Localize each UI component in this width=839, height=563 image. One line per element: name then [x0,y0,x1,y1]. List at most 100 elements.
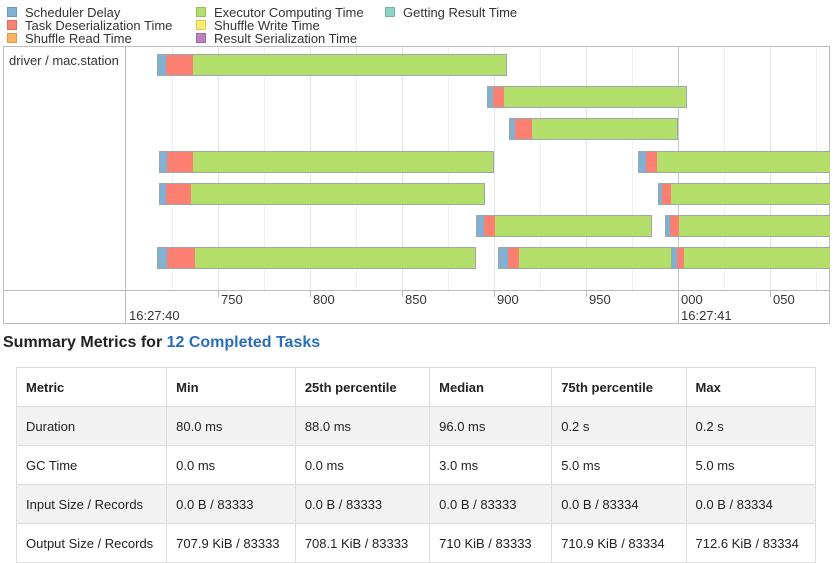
task-bar[interactable] [508,118,678,141]
executor-computing-segment [531,119,677,140]
shuffle-read-swatch-icon [7,33,17,43]
axis-tick-label: 850 [405,292,427,307]
executor-computing-segment [193,55,506,75]
task-bar[interactable] [657,182,830,205]
task-bar[interactable] [157,247,476,270]
deserialization-segment [662,183,672,204]
gridline [494,47,495,290]
executor-computing-swatch-icon [196,7,206,17]
axis-tick [218,291,219,297]
metric-value-cell: 5.0 ms [685,445,817,485]
axis-tick [678,291,679,324]
metric-value-cell: 0.0 B / 83333 [294,484,431,524]
deserialization-segment [167,151,194,172]
metric-name-cell: Output Size / Records [15,523,168,563]
task-timeline[interactable]: driver / mac.station 750 800 850 900 950 000 0… [3,46,830,324]
scheduler-delay-segment [160,151,168,172]
column-header[interactable]: 25th percentile [294,367,431,407]
axis-tick-label: 050 [773,292,795,307]
deserialization-segment [677,248,685,269]
summary-title-text: Summary Metrics for [3,334,167,351]
axis-tick [402,291,403,297]
deserialization-segment [645,151,657,172]
metric-value-cell: 0.0 ms [294,445,431,485]
axis-tick-label: 800 [313,292,335,307]
metric-value-cell: 710 KiB / 83333 [429,523,553,563]
metric-value-cell: 0.0 B / 83334 [685,484,817,524]
task-deserialization-swatch-icon [7,20,17,30]
task-bar[interactable] [497,247,673,270]
metric-value-cell: 707.9 KiB / 83333 [166,523,296,563]
time-axis: 750800850900950000050116:27:4016:27:41 [4,290,829,324]
task-bar[interactable] [159,150,494,173]
deserialization-segment [493,87,504,108]
deserialization-segment [515,119,532,140]
legend-label: Getting Result Time [403,4,518,20]
axis-major-label: 16:27:40 [129,308,180,323]
timeline-legend: Scheduler Delay Task Deserialization Tim… [0,0,839,46]
executor-group-label: driver / mac.station [9,53,119,68]
executor-computing-segment [194,248,475,269]
executor-computing-segment [671,183,830,204]
scheduler-delay-segment [476,216,484,236]
metric-name-cell: GC Time [15,445,168,485]
metric-value-cell: 710.9 KiB / 83334 [551,523,687,563]
metric-value-cell: 96.0 ms [429,406,553,446]
metric-value-cell: 88.0 ms [294,406,431,446]
metric-value-cell: 5.0 ms [551,445,687,485]
table-row: GC Time 0.0 ms 0.0 ms 3.0 ms 5.0 ms 5.0 ms [15,445,817,485]
executor-computing-segment [193,151,493,172]
legend-item-result-serialization[interactable]: Result Serialization Time [196,30,358,46]
task-bar[interactable] [475,215,653,237]
timeline-plot-area[interactable] [126,47,830,290]
summary-metrics-table: Metric Min 25th percentile Median 75th perce… [15,367,817,563]
task-bar[interactable] [637,150,830,173]
axis-tick [586,291,587,297]
metric-value-cell: 0.0 B / 83334 [551,484,687,524]
metric-value-cell: 0.2 s [551,406,687,446]
column-header[interactable]: Min [166,367,296,407]
executor-computing-segment [684,248,830,269]
legend-item-shuffle-read[interactable]: Shuffle Read Time [7,30,132,46]
deserialization-segment [165,183,192,204]
scheduler-delay-swatch-icon [7,7,17,17]
axis-divider [125,291,126,324]
task-bar[interactable] [159,182,485,205]
axis-major-label: 16:27:41 [681,308,732,323]
metric-value-cell: 0.0 ms [166,445,296,485]
legend-label: Shuffle Read Time [25,30,132,46]
metric-value-cell: 0.0 B / 83333 [166,484,296,524]
summary-metrics-title: Summary Metrics for 12 Completed Tasks [3,334,320,352]
column-header[interactable]: Median [429,367,553,407]
deserialization-segment [507,248,519,269]
result-serialization-swatch-icon [196,33,206,43]
executor-computing-segment [191,183,484,204]
axis-tick [494,291,495,297]
executor-computing-segment [656,151,830,172]
legend-item-getting-result[interactable]: Getting Result Time [385,4,518,20]
completed-tasks-link[interactable]: 12 Completed Tasks [167,334,321,351]
metric-value-cell: 0.2 s [685,406,817,446]
deserialization-segment [165,55,194,75]
column-header[interactable]: Metric [15,367,168,407]
task-bar[interactable] [486,86,688,109]
metric-value-cell: 80.0 ms [166,406,296,446]
deserialization-segment [483,216,495,236]
executor-computing-segment [678,216,830,236]
metric-name-cell: Input Size / Records [15,484,168,524]
getting-result-swatch-icon [385,7,395,17]
column-header[interactable]: 75th percentile [551,367,687,407]
task-bar[interactable] [157,54,507,76]
axis-tick [770,291,771,297]
legend-label: Result Serialization Time [214,30,358,46]
metric-value-cell: 708.1 KiB / 83333 [294,523,431,563]
scheduler-delay-segment [158,55,166,75]
task-bar[interactable] [665,215,830,237]
metric-value-cell: 3.0 ms [429,445,553,485]
axis-tick-label: 000 [681,292,703,307]
task-bar[interactable] [670,247,830,270]
metric-name-cell: Duration [15,406,168,446]
column-header[interactable]: Max [685,367,817,407]
axis-tick [310,291,311,297]
axis-tick-label: 900 [497,292,519,307]
